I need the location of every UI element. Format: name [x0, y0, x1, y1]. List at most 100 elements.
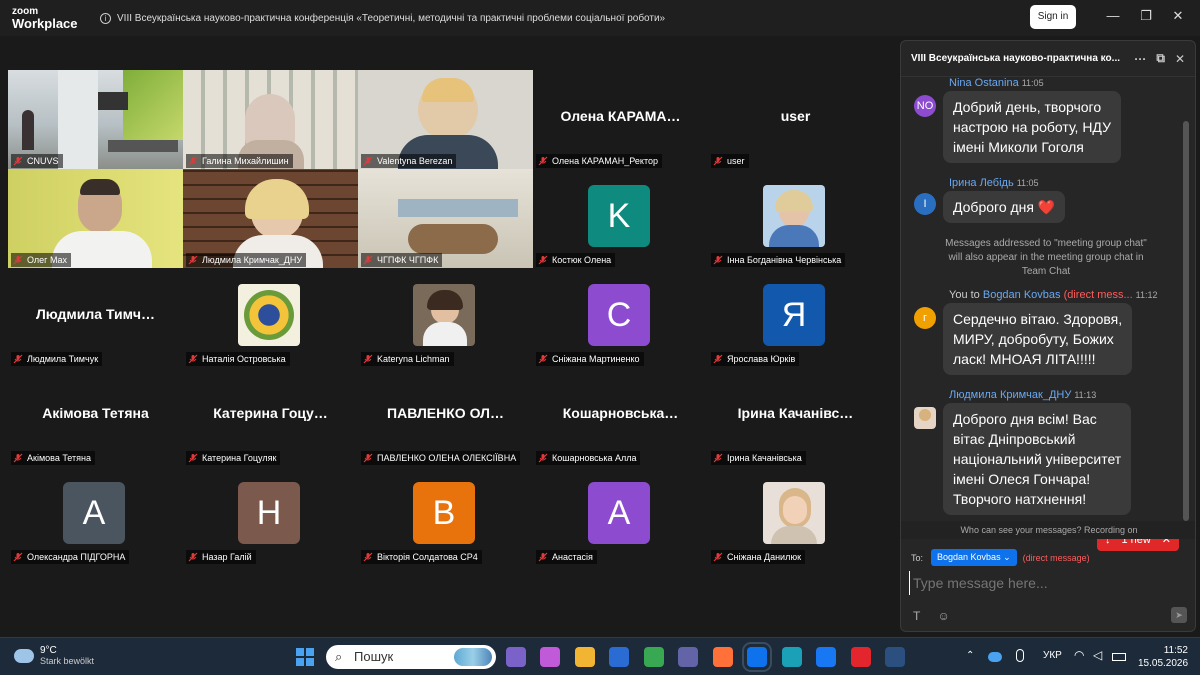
language-indicator[interactable]: УКР [1043, 650, 1062, 661]
chat-messages[interactable]: Messages addressed to "meeting group cha… [901, 77, 1185, 557]
emoji-icon[interactable]: ☺ [937, 609, 949, 623]
participant-tile[interactable]: Галина Михайлишин [183, 70, 358, 169]
close-icon[interactable]: ✕ [1168, 8, 1188, 24]
microphone-icon[interactable] [1016, 649, 1024, 662]
muted-mic-icon [13, 354, 23, 364]
participant-name: Людмила Тимчук [27, 354, 99, 364]
tray-chevron-icon[interactable]: ⌃ [966, 650, 974, 661]
muted-mic-icon [13, 453, 23, 463]
participant-name-label: Наталія Островська [186, 352, 290, 366]
participant-tile[interactable]: K Костюк Олена [533, 169, 708, 268]
meeting-title-text: VIII Всеукраїнська науково-практична кон… [117, 12, 666, 24]
wps-icon[interactable] [851, 647, 871, 667]
participant-name-label: CNUVS [11, 154, 63, 168]
participant-name: Valentyna Berezan [377, 156, 453, 166]
participant-tile[interactable]: Катерина Гоцу… Катерина Гоцуляк [183, 367, 358, 466]
muted-mic-icon [538, 453, 548, 463]
volume-icon[interactable]: ◁ [1093, 648, 1102, 662]
participant-avatar: H [238, 482, 300, 544]
zoom-icon[interactable] [742, 642, 772, 672]
participant-display-name: user [780, 108, 811, 124]
edge-icon[interactable] [782, 647, 802, 667]
word-icon[interactable] [609, 647, 629, 667]
weather-widget[interactable]: 9°C Stark bewölkt [14, 645, 94, 667]
muted-mic-icon [188, 255, 198, 265]
popout-icon[interactable]: ⧉ [1156, 51, 1165, 66]
participant-avatar: C [588, 284, 650, 346]
participant-name: Наталія Островська [202, 354, 286, 364]
participant-tile[interactable]: Олег Мах [8, 169, 183, 268]
facebook-icon[interactable] [816, 647, 836, 667]
participant-tile[interactable]: A Олександра ПІДГОРНА [8, 466, 183, 565]
firefox-icon[interactable] [713, 647, 733, 667]
viber-icon[interactable] [506, 647, 526, 667]
participant-name: Кошарновська Алла [552, 453, 637, 463]
participant-tile[interactable]: Кошарновська… Кошарновська Алла [533, 367, 708, 466]
restore-icon[interactable]: ❐ [1136, 8, 1156, 24]
participant-tile[interactable]: Kateryna Lichman [358, 268, 533, 367]
participant-name-label: Valentyna Berezan [361, 154, 457, 168]
clock-date: 15.05.2026 [1138, 658, 1189, 669]
participant-tile[interactable]: ПАВЛЕНКО ОЛ… ПАВЛЕНКО ОЛЕНА ОЛЕКСІЇВНА [358, 367, 533, 466]
participant-name-label: Акімова Тетяна [11, 451, 95, 465]
recipient-dropdown[interactable]: Bogdan Kovbas ⌄ [931, 549, 1017, 566]
direct-message-label: (direct mess... [1060, 289, 1133, 301]
participant-display-name: Олена КАРАМА… [560, 108, 681, 124]
chat-scrollbar[interactable] [1183, 121, 1189, 521]
minimize-icon[interactable]: — [1103, 8, 1123, 23]
message-text-line: Добрий день, творчого [953, 99, 1102, 115]
sender-prefix: You to [949, 289, 983, 301]
battery-icon[interactable] [1112, 653, 1126, 661]
participant-display-name: Ірина Качанівс… [737, 405, 854, 421]
participant-tile[interactable]: Сніжана Данилюк [708, 466, 883, 565]
participant-tile[interactable]: Акімова Тетяна Акімова Тетяна [8, 367, 183, 466]
onedrive-icon[interactable] [988, 652, 1002, 662]
participant-tile[interactable]: B Вікторія Солдатова СР4 [358, 466, 533, 565]
teams-icon[interactable] [678, 647, 698, 667]
participant-tile[interactable]: A Анастасія [533, 466, 708, 565]
who-can-see-link[interactable]: Who can see your messages? Recording on [901, 521, 1195, 539]
send-icon[interactable]: ➤ [1171, 607, 1187, 623]
file-explorer-icon[interactable] [575, 647, 595, 667]
windows-start-icon[interactable] [296, 648, 314, 666]
chrome-icon[interactable] [644, 647, 664, 667]
system-clock[interactable]: 11:52 15.05.2026 [1138, 644, 1188, 670]
close-chat-icon[interactable]: ✕ [1175, 52, 1185, 66]
chat-header: VIII Всеукраїнська науково-практична ко.… [901, 41, 1195, 77]
participant-tile[interactable]: user user [708, 70, 883, 169]
participant-avatar: B [413, 482, 475, 544]
message-bubble[interactable]: Доброго дня всім! Вас вітає Дніпровський н… [943, 403, 1132, 515]
wifi-icon[interactable]: ◠ [1074, 648, 1084, 662]
message-input[interactable] [909, 571, 1179, 595]
message-sender[interactable]: Nina Ostanina 11:05 [949, 77, 1044, 89]
participant-photo [413, 284, 475, 346]
more-options-icon[interactable]: ··· [1134, 52, 1146, 66]
message-sender[interactable]: Людмила Кримчак_ДНУ 11:13 [949, 389, 1096, 401]
participant-tile[interactable]: Ірина Качанівс… Ірина Качанівська [708, 367, 883, 466]
message-bubble[interactable]: Доброго дня ❤️ [943, 191, 1066, 223]
participant-name: Галина Михайлишин [202, 156, 289, 166]
info-icon[interactable]: i [100, 12, 111, 24]
participant-tile[interactable]: Людмила Тимч… Людмила Тимчук [8, 268, 183, 367]
message-time: 11:13 [1074, 390, 1097, 400]
message-bubble[interactable]: Сердечно вітаю. Здоровя, МИРУ, добробуту,… [943, 303, 1133, 375]
participant-tile[interactable]: Valentyna Berezan [358, 70, 533, 169]
participant-tile[interactable]: Інна Богданівна Червінська [708, 169, 883, 268]
participant-tile[interactable]: CNUVS [8, 70, 183, 169]
format-text-icon[interactable]: T [913, 609, 920, 623]
participant-tile[interactable]: Наталія Островська [183, 268, 358, 367]
participant-tile[interactable]: ЧГПФК ЧГПФК [358, 169, 533, 268]
participant-tile[interactable]: H Назар Галій [183, 466, 358, 565]
taskbar-search[interactable]: ⌕ Пошук [326, 645, 496, 669]
message-sender[interactable]: Ірина Лебідь 11:05 [949, 177, 1039, 189]
message-sender[interactable]: You to Bogdan Kovbas (direct mess... 11:1… [949, 289, 1158, 301]
muted-mic-icon [363, 255, 373, 265]
participant-tile[interactable]: Я Ярослава Юрків [708, 268, 883, 367]
participant-tile[interactable]: C Сніжана Мартиненко [533, 268, 708, 367]
message-bubble[interactable]: Добрий день, творчого настрою на роботу, … [943, 91, 1121, 163]
sign-in-button[interactable]: Sign in [1030, 5, 1076, 29]
photos-icon[interactable] [885, 647, 905, 667]
copilot-icon[interactable] [540, 647, 560, 667]
participant-tile[interactable]: Олена КАРАМА… Олена КАРАМАН_Ректор [533, 70, 708, 169]
participant-tile[interactable]: Людмила Кримчак_ДНУ [183, 169, 358, 268]
